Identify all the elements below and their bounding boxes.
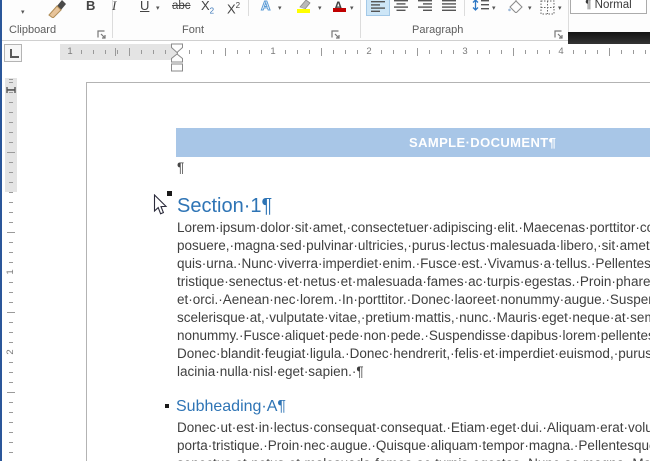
mouse-cursor [153,194,170,223]
superscript-small-2: 2 [236,1,240,10]
body-line[interactable]: Lorem·ipsum·dolor·sit·amet,·consectetuer… [177,219,650,237]
body-line[interactable]: scelerisque·at,·vulputate·vitae,·pretium… [177,309,650,327]
body-line[interactable]: tristique·senectus·et·netus·et·malesuada… [177,273,650,291]
keep-with-next-marker [165,404,169,408]
subscript-button[interactable]: X2 [201,0,214,17]
borders-dropdown[interactable]: ▾ [558,4,562,12]
ruler-number: 1 [6,266,16,278]
ruler-number: 1 [65,47,74,57]
highlight-dropdown[interactable]: ▾ [318,4,322,12]
ribbon: ▾ Clipboard B I U ▾ abc X2 X2 A ▾ ▾ A [0,0,650,41]
text-effects-dropdown[interactable]: ▾ [278,4,282,12]
window-left-border [0,0,2,461]
word-window: ▾ Clipboard B I U ▾ abc X2 X2 A ▾ ▾ A [0,0,650,461]
style-normal[interactable]: ¶ Normal [570,0,647,14]
empty-paragraph-mark[interactable]: ¶ [177,159,184,177]
body-line[interactable]: posuere,·magna·sed·pulvinar·ultricies,·p… [177,237,650,255]
vertical-ruler[interactable]: 1 2 [5,78,17,461]
hanging-indent-marker [172,54,183,62]
body-line[interactable]: Donec·blandit·feugiat·ligula.·Donec·hend… [177,345,650,363]
line-spacing-dropdown[interactable]: ▾ [492,4,496,12]
align-center-button[interactable] [394,0,410,17]
horizontal-ruler[interactable]: 1 1 2 3 4 [60,44,650,60]
body-line[interactable]: lacinia·nulla·nisl·eget·sapien.·¶ [177,363,364,381]
title-banner[interactable]: SAMPLE·DOCUMENT¶ [176,128,650,157]
body-line[interactable]: senectus·et·netus·et·malesuada·fames·ac·… [177,455,650,461]
justify-button[interactable] [442,0,458,17]
highlight-color-button[interactable] [296,0,314,16]
ruler-number: 2 [6,346,16,358]
body-line[interactable]: quis·urna.·Nunc·viverra·imperdiet·enim.·… [177,255,650,273]
underline-dropdown[interactable]: ▾ [156,4,160,12]
paragraph-group-label: Paragraph [412,24,463,36]
ruler-number: 4 [556,47,565,57]
screenshot-artifact-band [568,32,650,44]
body-line[interactable]: nonummy.·Fusce·aliquet·pede·non·pede.·Su… [177,327,650,345]
heading-section-1[interactable]: Section·1¶ [177,194,272,218]
underline-button[interactable]: U [140,0,149,17]
paste-dropdown-arrow[interactable]: ▾ [21,8,25,16]
font-color-dropdown[interactable]: ▾ [350,4,354,12]
align-left-button[interactable] [366,0,390,16]
shading-button[interactable] [506,0,524,18]
font-group-label: Font [182,24,204,36]
line-spacing-button[interactable] [472,0,490,18]
ruler-number: 1 [268,47,277,57]
group-divider [360,0,361,38]
highlight-color-bar [297,9,310,13]
clipboard-group-label: Clipboard [9,24,56,36]
first-line-indent-marker [172,44,183,53]
paragraph-dialog-launcher[interactable] [553,27,564,38]
clipboard-dialog-launcher[interactable] [96,27,107,38]
italic-button[interactable]: I [112,0,116,17]
heading-subheading-a[interactable]: Subheading·A¶ [176,397,286,417]
tab-selector[interactable] [4,44,22,62]
align-right-button[interactable] [418,0,434,17]
banner-title: SAMPLE·DOCUMENT¶ [409,135,556,150]
shading-dropdown[interactable]: ▾ [528,4,532,12]
ruler-number: 2 [364,47,373,57]
borders-button[interactable] [540,0,555,20]
body-line[interactable]: porta·tristique.·Proin·nec·augue.·Quisqu… [177,437,650,455]
small-divider [248,0,249,16]
small-divider [464,0,465,16]
body-line[interactable]: Donec·ut·est·in·lectus·consequat·consequ… [177,419,650,437]
format-painter-icon[interactable] [46,0,68,23]
left-indent-marker [172,64,183,71]
indent-markers[interactable] [170,43,184,78]
superscript-button[interactable]: X2 [227,0,240,17]
font-color-button[interactable]: A [334,0,343,17]
text-effects-button[interactable]: A [261,0,270,17]
body-line[interactable]: et·orci.·Aenean·nec·lorem.·In·porttitor.… [177,291,650,309]
strikethrough-button[interactable]: abc [172,0,191,17]
top-margin-marker[interactable] [6,80,16,98]
ribbon-bottom-border [0,40,650,41]
subscript-small-2: 2 [210,7,214,16]
ruler-number: 3 [460,47,469,57]
bold-button[interactable]: B [86,0,95,17]
left-tab-icon [10,49,19,58]
font-dialog-launcher[interactable] [330,27,341,38]
font-color-bar [333,8,346,12]
